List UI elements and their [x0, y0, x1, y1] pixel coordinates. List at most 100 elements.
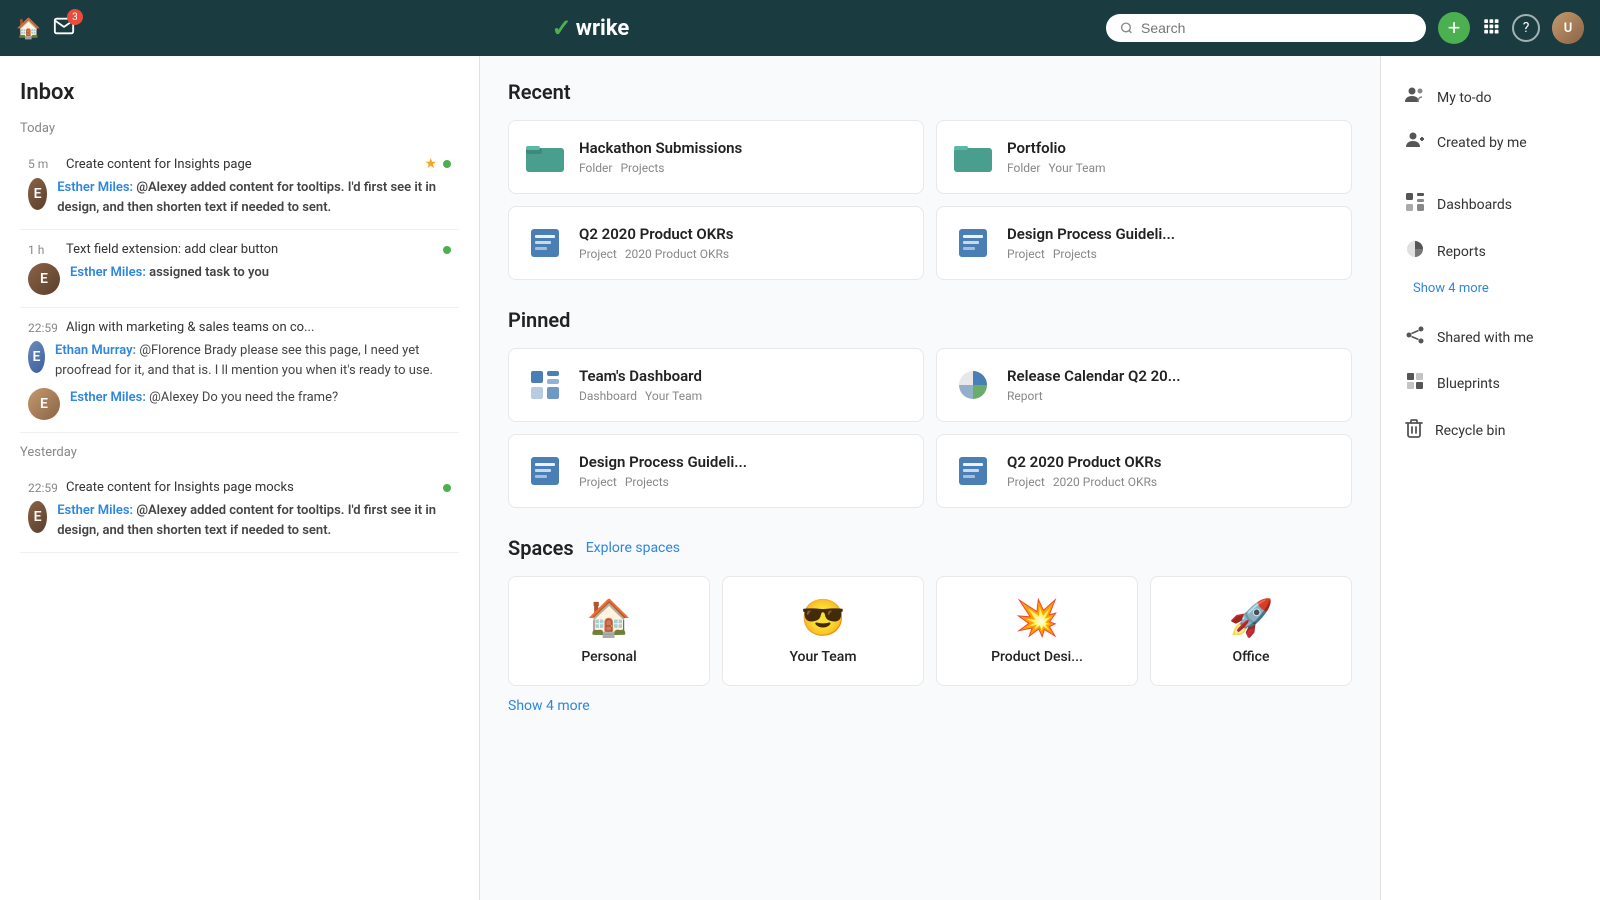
people-icon — [1405, 86, 1425, 109]
pinned-card[interactable]: Design Process Guideli... ProjectProject… — [508, 434, 924, 508]
folder-icon — [953, 137, 993, 177]
card-name: Release Calendar Q2 20... — [1007, 367, 1335, 385]
help-icon[interactable]: ? — [1512, 14, 1540, 42]
pinned-card[interactable]: Team's Dashboard DashboardYour Team — [508, 348, 924, 422]
card-name: Hackathon Submissions — [579, 139, 907, 157]
inbox-title: Inbox — [20, 80, 459, 105]
unread-dot — [443, 484, 451, 492]
card-meta: Project2020 Product OKRs — [579, 247, 907, 261]
sidebar-label: Recycle bin — [1435, 423, 1506, 439]
header-left: 🏠 3 — [16, 15, 75, 41]
recent-card[interactable]: Q2 2020 Product OKRs Project2020 Product… — [508, 206, 924, 280]
sidebar-item-reports[interactable]: Reports — [1397, 229, 1584, 274]
card-meta: Report — [1007, 389, 1335, 403]
sidebar-label: Shared with me — [1437, 330, 1533, 346]
add-button[interactable]: + — [1438, 12, 1470, 44]
inbox-item[interactable]: 22:59 Create content for Insights page m… — [20, 468, 459, 553]
avatar: E — [28, 341, 45, 373]
inbox-item[interactable]: 1 h Text field extension: add clear butt… — [20, 230, 459, 308]
sidebar-label: My to-do — [1437, 90, 1492, 106]
avatar: E — [28, 263, 60, 295]
card-info: Design Process Guideli... ProjectProject… — [579, 453, 907, 489]
inbox-button[interactable]: 3 — [53, 15, 75, 41]
sidebar-item-mytodo[interactable]: My to-do — [1397, 76, 1584, 119]
search-bar[interactable] — [1106, 14, 1426, 42]
logo-checkmark: ✓ — [552, 14, 572, 42]
spaces-show-more[interactable]: Show 4 more — [508, 698, 1352, 714]
space-card-productdesi[interactable]: 💥 Product Desi... — [936, 576, 1138, 686]
project-icon — [953, 223, 993, 263]
folder-icon — [525, 137, 565, 177]
card-info: Release Calendar Q2 20... Report — [1007, 367, 1335, 403]
card-info: Portfolio FolderYour Team — [1007, 139, 1335, 175]
space-card-yourteam[interactable]: 😎 Your Team — [722, 576, 924, 686]
inbox-item[interactable]: 22:59 Align with marketing & sales teams… — [20, 308, 459, 433]
sidebar-item-sharedwithme[interactable]: Shared with me — [1397, 316, 1584, 359]
inbox-badge: 3 — [67, 9, 83, 25]
recent-card[interactable]: Design Process Guideli... ProjectProject… — [936, 206, 1352, 280]
sidebar-label: Created by me — [1437, 135, 1527, 151]
recent-card[interactable]: Portfolio FolderYour Team — [936, 120, 1352, 194]
inbox-panel: Inbox Today 5 m Create content for Insig… — [0, 56, 480, 900]
avatar: E — [28, 501, 47, 533]
inbox-subject: Align with marketing & sales teams on co… — [66, 320, 451, 335]
card-info: Hackathon Submissions FolderProjects — [579, 139, 907, 175]
pie-chart-icon — [1405, 239, 1425, 264]
card-meta: FolderYour Team — [1007, 161, 1335, 175]
card-name: Design Process Guideli... — [1007, 225, 1335, 243]
pinned-card[interactable]: Q2 2020 Product OKRs Project2020 Product… — [936, 434, 1352, 508]
inbox-time: 1 h — [28, 243, 58, 257]
home-icon[interactable]: 🏠 — [16, 16, 41, 40]
space-card-personal[interactable]: 🏠 Personal — [508, 576, 710, 686]
inbox-time: 22:59 — [28, 481, 58, 495]
card-name: Design Process Guideli... — [579, 453, 907, 471]
recent-card[interactable]: Hackathon Submissions FolderProjects — [508, 120, 924, 194]
main-content: Inbox Today 5 m Create content for Insig… — [0, 56, 1600, 900]
space-emoji: 💥 — [1015, 597, 1060, 639]
sidebar-item-blueprints[interactable]: Blueprints — [1397, 361, 1584, 406]
card-info: Design Process Guideli... ProjectProject… — [1007, 225, 1335, 261]
inbox-time: 5 m — [28, 157, 58, 171]
share-icon — [1405, 326, 1425, 349]
inbox-message: Esther Miles: @Alexey added content for … — [57, 501, 451, 540]
explore-spaces-link[interactable]: Explore spaces — [586, 540, 680, 556]
inbox-subject: Text field extension: add clear button — [66, 242, 435, 257]
search-icon — [1120, 21, 1133, 35]
center-panel: Recent Hackathon Submissions FolderProje… — [480, 56, 1380, 900]
star-icon[interactable]: ★ — [424, 156, 437, 172]
card-info: Q2 2020 Product OKRs Project2020 Product… — [1007, 453, 1335, 489]
pinned-title: Pinned — [508, 308, 1352, 332]
grid-icon[interactable] — [1482, 17, 1500, 40]
sidebar-show-more[interactable]: Show 4 more — [1405, 277, 1497, 300]
person-add-icon — [1405, 131, 1425, 154]
space-name: Personal — [581, 649, 636, 665]
spaces-title: Spaces — [508, 536, 574, 560]
search-input[interactable] — [1141, 20, 1412, 36]
logo-text: wrike — [576, 16, 629, 41]
user-avatar[interactable]: U — [1552, 12, 1584, 44]
card-meta: DashboardYour Team — [579, 389, 907, 403]
wrike-logo: ✓ wrike — [552, 14, 630, 42]
card-name: Portfolio — [1007, 139, 1335, 157]
dashboard-icon — [525, 365, 565, 405]
pinned-card[interactable]: Release Calendar Q2 20... Report — [936, 348, 1352, 422]
sidebar-item-recyclebin[interactable]: Recycle bin — [1397, 408, 1584, 453]
pinned-section: Pinned Team's Dashboard D — [508, 308, 1352, 508]
space-name: Your Team — [789, 649, 856, 665]
inbox-item[interactable]: 5 m Create content for Insights page ★ E… — [20, 144, 459, 230]
date-yesterday: Yesterday — [20, 445, 459, 460]
inbox-message: Esther Miles: @Alexey added content for … — [57, 178, 451, 217]
sidebar-item-createdbyme[interactable]: Created by me — [1397, 121, 1584, 164]
sidebar-item-dashboards[interactable]: Dashboards — [1397, 182, 1584, 227]
card-name: Q2 2020 Product OKRs — [579, 225, 907, 243]
avatar: E — [28, 388, 60, 420]
blueprint-icon — [1405, 371, 1425, 396]
header-right: + ? U — [1106, 12, 1584, 44]
space-card-office[interactable]: 🚀 Office — [1150, 576, 1352, 686]
inbox-time: 22:59 — [28, 321, 58, 335]
card-meta: FolderProjects — [579, 161, 907, 175]
project-icon — [525, 451, 565, 491]
space-name: Product Desi... — [991, 649, 1083, 665]
right-sidebar: My to-do Created by me — [1380, 56, 1600, 900]
inbox-message: Esther Miles: @Alexey Do you need the fr… — [70, 388, 338, 408]
